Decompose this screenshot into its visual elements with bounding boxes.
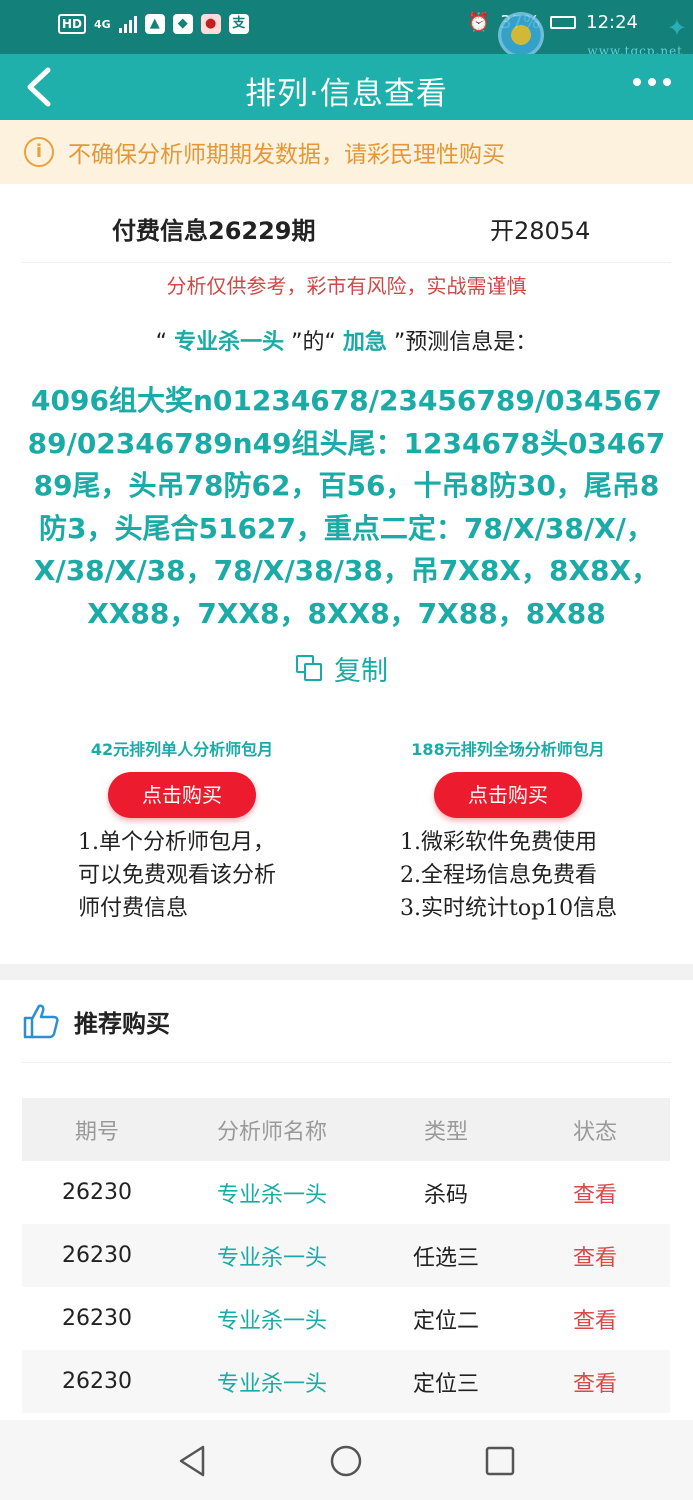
- network-label: 4G: [94, 17, 111, 31]
- issue-cell: 26230: [62, 1306, 132, 1331]
- info-header: 付费信息26229期 开28054: [0, 205, 693, 249]
- plan-desc-line: 2.全程场信息免费看: [400, 863, 597, 888]
- plan-desc-line: 1.单个分析师包月，: [78, 830, 275, 855]
- predict-intro: “ 专业杀一头 ”的“ 加急 ”预测信息是：: [0, 324, 693, 356]
- status-right: ⏰ 37% 12:24: [468, 12, 638, 33]
- quote-suffix: ”预测信息是：: [393, 330, 538, 355]
- buy-button[interactable]: 点击购买: [108, 772, 256, 818]
- recommend-header: 推荐购买: [22, 1002, 170, 1040]
- alipay-icon: 支: [228, 14, 249, 34]
- analyst-link[interactable]: 专业杀一头: [172, 1366, 372, 1398]
- plan-desc-line: 1.微彩软件免费使用: [400, 830, 597, 855]
- type-cell: 定位二: [412, 1308, 479, 1334]
- analyst-link[interactable]: 专业杀一头: [172, 1240, 372, 1272]
- type-cell: 杀码: [423, 1182, 468, 1208]
- issue-cell: 26230: [62, 1243, 132, 1268]
- analyst-name: 专业杀一头: [174, 330, 285, 355]
- divider: [22, 262, 671, 263]
- open-result: 开28054: [490, 217, 591, 245]
- plan-title: 188元排列全场分析师包月: [411, 740, 605, 759]
- clock: 12:24: [586, 12, 638, 33]
- plan-desc-line: 3.实时统计top10信息: [400, 896, 618, 921]
- back-triangle-icon[interactable]: [175, 1444, 209, 1478]
- divider: [22, 1062, 671, 1063]
- plan-title: 42元排列单人分析师包月: [90, 740, 274, 759]
- nav-bar: 排列·信息查看: [0, 54, 693, 120]
- status-left: HD 4G ▲ ◆ ● 支: [58, 14, 249, 34]
- column-header: 类型: [423, 1119, 468, 1145]
- view-link[interactable]: 查看: [520, 1240, 670, 1272]
- copy-label: 复制: [334, 656, 388, 687]
- risk-note: 分析仅供参考，彩市有风险，实战需谨慎: [166, 274, 527, 298]
- column-header: 状态: [572, 1119, 617, 1145]
- buy-button[interactable]: 点击购买: [434, 772, 582, 818]
- alarm-icon: ⏰: [467, 12, 491, 33]
- plan-all: 188元排列全场分析师包月 点击购买 1.微彩软件免费使用 2.全程场信息免费看…: [358, 736, 658, 925]
- table-row[interactable]: 26230 专业杀一头 定位二 查看: [22, 1287, 670, 1350]
- copy-button[interactable]: 复制: [296, 649, 388, 688]
- quote-open: “: [155, 330, 168, 355]
- battery-icon: [550, 16, 577, 29]
- copy-icon: [296, 654, 324, 683]
- recommend-table: 期号 分析师名称 类型 状态 26230 专业杀一头 杀码 查看 26230 专…: [22, 1098, 670, 1413]
- issue-title: 付费信息26229期: [112, 217, 316, 245]
- thumbs-up-icon: [23, 1004, 59, 1039]
- quote-mid: ”的“: [291, 330, 336, 355]
- plan-desc-line: 师付费信息: [78, 896, 189, 921]
- watermark-mark: ✦: [666, 14, 687, 42]
- view-link[interactable]: 查看: [520, 1366, 670, 1398]
- plan-single: 42元排列单人分析师包月 点击购买 1.单个分析师包月， 可以免费观看该分析 师…: [32, 736, 332, 925]
- prediction-content: 4096组大奖n01234678/23456789/03456789/02346…: [27, 384, 666, 630]
- page-title: 排列·信息查看: [245, 76, 448, 112]
- hd-badge: HD: [58, 14, 87, 34]
- recents-square-icon[interactable]: [483, 1444, 517, 1478]
- plan-description: 1.微彩软件免费使用 2.全程场信息免费看 3.实时统计top10信息: [358, 826, 658, 925]
- signal-icon: [118, 15, 137, 33]
- column-header: 分析师名称: [216, 1119, 327, 1145]
- issue-cell: 26230: [62, 1180, 132, 1205]
- table-row[interactable]: 26230 专业杀一头 杀码 查看: [22, 1161, 670, 1224]
- table-header: 期号 分析师名称 类型 状态: [22, 1098, 670, 1161]
- view-link[interactable]: 查看: [520, 1177, 670, 1209]
- recommend-title: 推荐购买: [74, 1009, 170, 1038]
- analyst-link[interactable]: 专业杀一头: [172, 1177, 372, 1209]
- column-header: 期号: [74, 1119, 119, 1145]
- plan-description: 1.单个分析师包月， 可以免费观看该分析 师付费信息: [32, 826, 332, 925]
- notification-app-icon: ▲: [144, 14, 165, 34]
- status-bar: HD 4G ▲ ◆ ● 支 ⏰ 37% 12:24 ✦ www.tqcp.net: [0, 0, 693, 58]
- table-row[interactable]: 26230 专业杀一头 任选三 查看: [22, 1224, 670, 1287]
- info-icon: i: [24, 137, 54, 167]
- urgent-tag: 加急: [342, 330, 387, 355]
- more-menu-icon[interactable]: [633, 78, 671, 86]
- issue-cell: 26230: [62, 1369, 132, 1394]
- notification-app-icon: ●: [200, 14, 221, 34]
- notification-app-icon: ◆: [172, 14, 193, 34]
- warning-notice: i 不确保分析师期期发数据，请彩民理性购买: [0, 120, 693, 184]
- table-row[interactable]: 26230 专业杀一头 定位三 查看: [22, 1350, 670, 1413]
- view-link[interactable]: 查看: [520, 1303, 670, 1335]
- analyst-link[interactable]: 专业杀一头: [172, 1303, 372, 1335]
- notice-text: 不确保分析师期期发数据，请彩民理性购买: [68, 142, 505, 168]
- watermark-logo-icon: [498, 12, 544, 58]
- type-cell: 任选三: [412, 1245, 479, 1271]
- section-separator: [0, 964, 693, 980]
- type-cell: 定位三: [412, 1371, 479, 1397]
- home-circle-icon[interactable]: [329, 1444, 363, 1478]
- plan-desc-line: 可以免费观看该分析: [78, 863, 277, 888]
- system-nav-bar: [0, 1420, 693, 1500]
